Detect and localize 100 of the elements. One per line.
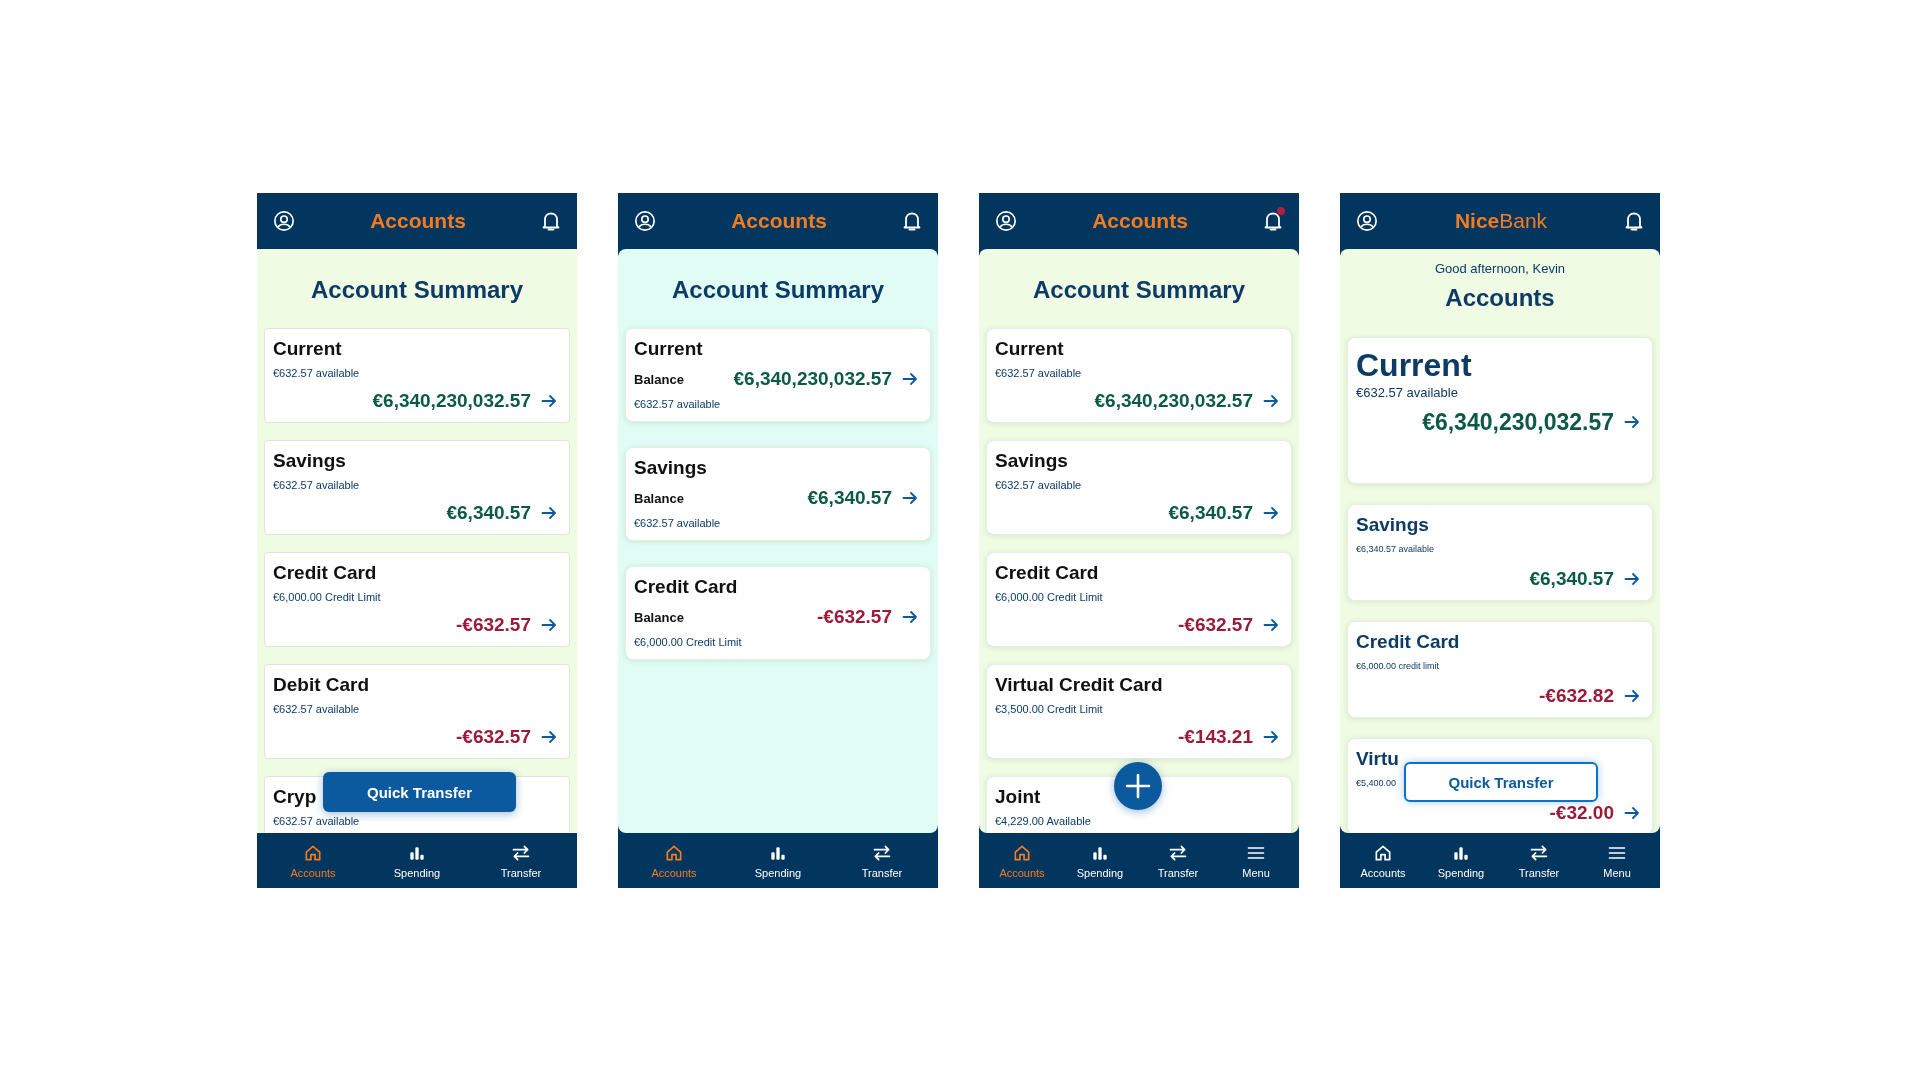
balance-amount: -€143.21	[1178, 726, 1253, 748]
account-note: €6,000.00 Credit Limit	[273, 591, 381, 604]
account-note: €632.57 available	[634, 398, 721, 411]
account-note: €632.57 available	[995, 367, 1082, 380]
account-name: Credit Card	[1356, 631, 1460, 653]
arrow-right-icon[interactable]	[1624, 414, 1640, 430]
transfer-icon	[1529, 842, 1549, 863]
nav-tab[interactable]: Accounts	[639, 842, 709, 879]
account-card[interactable]: Virtual Credit Card €3,500.00 Credit Limit -€143.21	[986, 664, 1292, 759]
bell-icon[interactable]	[1624, 210, 1644, 232]
account-name: Current	[634, 338, 703, 360]
account-card[interactable]: Savings €632.57 available €6,340.57	[264, 440, 570, 535]
balance-amount: €6,340,230,032.57	[1094, 390, 1253, 412]
account-card[interactable]: Credit Card €6,000.00 credit limit -€632.82	[1347, 621, 1653, 718]
account-note: €3,500.00 Credit Limit	[995, 703, 1103, 716]
balance-amount: €6,340.57	[1529, 568, 1614, 590]
nav-tab[interactable]: Accounts	[987, 842, 1057, 879]
bell-icon[interactable]	[541, 210, 561, 232]
nav-tab[interactable]: Transfer	[1504, 842, 1574, 879]
account-note: €5,400.00	[1356, 777, 1397, 790]
page-heading: Accounts	[1444, 283, 1556, 313]
arrow-right-icon[interactable]	[541, 393, 557, 409]
arrow-right-icon[interactable]	[1624, 688, 1640, 704]
account-card[interactable]: Savings €632.57 available €6,340.57	[986, 440, 1292, 535]
profile-icon[interactable]	[995, 210, 1017, 232]
account-name: Cryp	[273, 786, 317, 808]
page-heading: Account Summary	[670, 275, 886, 305]
balance-label: Balance	[634, 609, 684, 625]
account-card[interactable]: Current €632.57 available €6,340,230,032.57	[264, 328, 570, 423]
nav-tab[interactable]: Accounts	[278, 842, 348, 879]
quick-transfer-button[interactable]: Quick Transfer	[323, 772, 516, 812]
greeting-text: Good afternoon, Kevin	[1433, 260, 1567, 277]
nav-tab[interactable]: Transfer	[847, 842, 917, 879]
balance-amount: €6,340.57	[807, 487, 892, 509]
account-name: Savings	[1356, 514, 1429, 536]
nav-tab[interactable]: Transfer	[486, 842, 556, 879]
account-card[interactable]: Savings Balance €6,340.57 €632.57 available	[625, 447, 931, 541]
arrow-right-icon[interactable]	[902, 371, 918, 387]
account-card[interactable]: Credit Card Balance -€632.57 €6,000.00 Credit Limit	[625, 566, 931, 660]
account-note: €632.57 available	[634, 517, 721, 530]
account-name: Current	[273, 338, 342, 360]
account-name: Credit Card	[634, 576, 738, 598]
account-note: €6,000.00 Credit Limit	[634, 636, 742, 649]
account-note: €632.57 available	[273, 703, 360, 716]
balance-amount: -€32.00	[1549, 802, 1614, 824]
balance-amount: €6,340.57	[446, 502, 531, 524]
balance-amount: -€632.57	[456, 614, 531, 636]
nav-tab[interactable]: Accounts	[1348, 842, 1418, 879]
nav-tab[interactable]: Spending	[382, 842, 452, 879]
nav-tab[interactable]: Menu	[1221, 842, 1291, 879]
account-note: €6,000.00 credit limit	[1356, 660, 1440, 673]
account-note: €632.57 available	[1356, 385, 1458, 401]
account-card[interactable]: Credit Card €6,000.00 Credit Limit -€632.57	[264, 552, 570, 647]
profile-icon[interactable]	[273, 210, 295, 232]
arrow-right-icon[interactable]	[1263, 729, 1279, 745]
arrow-right-icon[interactable]	[1263, 617, 1279, 633]
account-name: Current	[995, 338, 1064, 360]
profile-icon[interactable]	[634, 210, 656, 232]
arrow-right-icon[interactable]	[541, 617, 557, 633]
account-note: €4,229.00 Available	[995, 815, 1091, 828]
transfer-icon	[1168, 842, 1188, 863]
account-note: €632.57 available	[273, 479, 360, 492]
account-name: Virtu	[1356, 748, 1399, 770]
quick-transfer-button[interactable]: Quick Transfer	[1404, 762, 1598, 802]
arrow-right-icon[interactable]	[1263, 505, 1279, 521]
arrow-right-icon[interactable]	[1624, 805, 1640, 821]
account-name: Savings	[995, 450, 1068, 472]
account-name: Credit Card	[995, 562, 1099, 584]
account-card[interactable]: Current €632.57 available €6,340,230,032.57	[986, 328, 1292, 423]
transfer-icon	[872, 842, 892, 863]
plus-icon	[1125, 773, 1151, 799]
arrow-right-icon[interactable]	[541, 729, 557, 745]
balance-amount: €6,340.57	[1168, 502, 1253, 524]
balance-amount: €6,340,230,032.57	[1422, 411, 1614, 433]
account-card[interactable]: Credit Card €6,000.00 Credit Limit -€632.57	[986, 552, 1292, 647]
account-name: Joint	[995, 786, 1041, 808]
account-card[interactable]: Current €632.57 available €6,340,230,032.57	[1347, 337, 1653, 484]
arrow-right-icon[interactable]	[902, 490, 918, 506]
account-card[interactable]: Debit Card €632.57 available -€632.57	[264, 664, 570, 759]
arrow-right-icon[interactable]	[1624, 571, 1640, 587]
nav-tab[interactable]: Spending	[1426, 842, 1496, 879]
account-card[interactable]: Current Balance €6,340,230,032.57 €632.57 available	[625, 328, 931, 422]
arrow-right-icon[interactable]	[902, 609, 918, 625]
balance-amount: -€632.57	[1178, 614, 1253, 636]
nav-tab[interactable]: Spending	[1065, 842, 1135, 879]
profile-icon[interactable]	[1356, 210, 1378, 232]
bell-icon[interactable]	[902, 210, 922, 232]
account-name: Current	[1356, 347, 1472, 383]
arrow-right-icon[interactable]	[1263, 393, 1279, 409]
account-card[interactable]: Savings €6,340.57 available €6,340.57	[1347, 504, 1653, 601]
app-title: Accounts	[731, 209, 827, 233]
nav-tab[interactable]: Transfer	[1143, 842, 1213, 879]
account-name: Debit Card	[273, 674, 370, 696]
arrow-right-icon[interactable]	[541, 505, 557, 521]
nav-tab[interactable]: Menu	[1582, 842, 1652, 879]
nav-tab[interactable]: Spending	[743, 842, 813, 879]
account-note: €6,000.00 Credit Limit	[995, 591, 1103, 604]
balance-amount: €6,340,230,032.57	[372, 390, 531, 412]
balance-amount: -€632.57	[456, 726, 531, 748]
bell-icon[interactable]	[1263, 210, 1283, 232]
